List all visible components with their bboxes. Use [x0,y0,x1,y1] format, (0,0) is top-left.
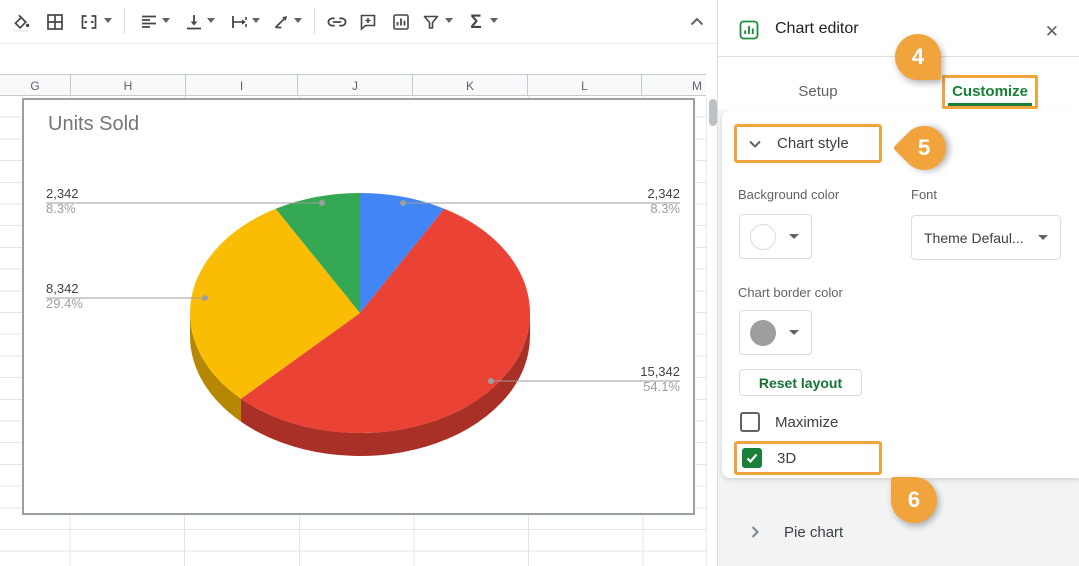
pie-chart-3d [46,193,680,457]
annotation-badge-6: 6 [891,477,937,523]
google-sheets-chart-editor-screen: Σ G H I J K L M Units Sold 2,342 8.3% 2,… [0,0,1079,566]
column-header-l[interactable]: L [528,75,642,96]
chevron-down-icon [749,140,761,148]
maximize-label: Maximize [775,413,839,431]
column-header-h[interactable]: H [71,75,186,96]
column-header-m[interactable]: M [642,75,706,96]
text-rotation-dropdown-caret[interactable] [294,18,302,23]
close-icon[interactable]: ✕ [1045,22,1059,42]
horizontal-align-dropdown-caret[interactable] [162,18,170,23]
insert-link-icon[interactable] [324,9,350,35]
threed-label: 3D [777,449,797,467]
dropdown-caret-icon [1038,235,1048,240]
chart-style-header-highlight[interactable]: Chart style [734,124,882,163]
background-color-label: Background color [738,187,840,202]
chart-editor-panel: Chart editor ✕ Setup Customize Chart sty… [718,0,1079,566]
maximize-checkbox[interactable] [740,412,760,432]
tab-customize-highlight[interactable]: Customize [942,75,1038,109]
embedded-chart[interactable]: Units Sold 2,342 8.3% 2,342 8.3% 8,342 2… [22,98,695,515]
pie-chart-section-label: Pie chart [784,523,844,541]
background-color-swatch [750,223,776,250]
pie-label-green: 2,342 8.3% [46,186,79,216]
column-header-k[interactable]: K [413,75,528,96]
font-dropdown[interactable]: Theme Defaul... [911,215,1061,260]
chart-border-color-dropdown[interactable] [739,310,812,355]
column-header-j[interactable]: J [298,75,413,96]
background-color-dropdown[interactable] [739,214,812,259]
merge-cells-dropdown-caret[interactable] [104,18,112,23]
chart-border-color-label: Chart border color [738,285,843,300]
tab-customize[interactable]: Customize [945,83,1035,100]
horizontal-align-icon[interactable] [136,9,162,35]
chart-style-label: Chart style [777,135,849,152]
annotation-badge-4: 4 [895,34,941,80]
filter-dropdown-caret[interactable] [445,18,453,23]
text-wrap-icon[interactable] [226,9,252,35]
pie-label-yellow: 8,342 29.4% [46,281,83,311]
functions-dropdown-caret[interactable] [490,18,498,23]
pie-label-red: 15,342 54.1% [640,364,680,394]
maximize-row[interactable]: Maximize [740,412,838,432]
scrollbar-thumb[interactable] [709,99,717,126]
column-headers: G H I J K L M [0,74,706,96]
vertical-align-icon[interactable] [181,9,207,35]
insert-chart-icon[interactable] [388,9,414,35]
font-value: Theme Defaul... [924,229,1024,246]
functions-sigma-icon[interactable]: Σ [463,9,489,35]
text-rotation-icon[interactable] [268,9,294,35]
column-header-i[interactable]: I [186,75,298,96]
sigma-glyph: Σ [470,11,482,33]
font-label: Font [911,187,938,202]
text-wrap-dropdown-caret[interactable] [252,18,260,23]
toolbar-separator [314,8,315,34]
toolbar-separator [124,8,125,34]
reset-layout-button[interactable]: Reset layout [739,369,862,396]
filter-icon[interactable] [418,9,444,35]
border-color-swatch [750,319,776,346]
vertical-align-dropdown-caret[interactable] [207,18,215,23]
chart-style-section: Chart style Background color Font Theme … [722,110,1079,478]
checkmark-icon [746,453,758,464]
chart-editor-icon [738,19,760,46]
panel-title: Chart editor [775,20,859,37]
borders-icon[interactable] [42,9,68,35]
pie-chart-section-header[interactable]: Pie chart [718,512,1079,552]
active-tab-underline [948,103,1032,106]
dropdown-caret-icon [789,330,799,335]
tab-setup[interactable]: Setup [768,83,868,100]
dropdown-caret-icon [789,234,799,239]
threed-row[interactable]: 3D [742,448,796,468]
toolbar: Σ [0,0,718,44]
collapse-toolbar-icon[interactable] [684,9,710,35]
insert-comment-icon[interactable] [355,9,381,35]
merge-cells-icon[interactable] [76,9,102,35]
column-header-g[interactable]: G [0,75,71,96]
pie-label-blue: 2,342 8.3% [647,186,680,216]
threed-checkbox[interactable] [742,448,762,468]
chevron-right-icon [751,526,759,538]
fill-color-icon[interactable] [8,9,34,35]
spreadsheet-area: Σ G H I J K L M Units Sold 2,342 8.3% 2,… [0,0,718,566]
